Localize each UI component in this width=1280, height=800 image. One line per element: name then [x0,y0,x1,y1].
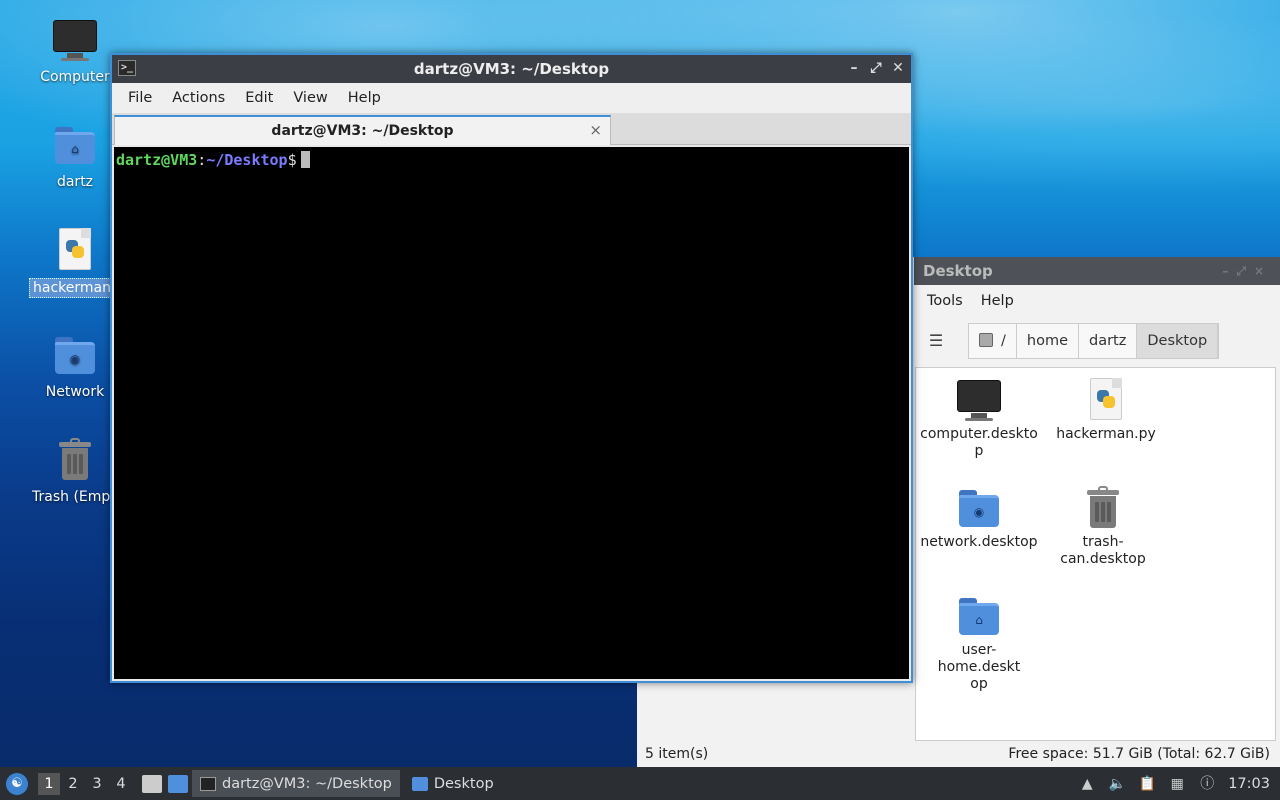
maximize-icon[interactable]: ⤢ [1236,264,1254,278]
breadcrumb-dartz[interactable]: dartz [1079,324,1138,358]
file-item-hackerman[interactable]: hackerman.py [1045,376,1167,443]
terminal-menubar: File Actions Edit View Help [112,83,911,113]
tray-up-arrow-icon[interactable]: ▲ [1078,775,1096,793]
desktop-icon-label: Trash (Empty) [32,489,121,505]
computer-icon [51,16,99,64]
breadcrumb-desktop[interactable]: Desktop [1137,324,1219,358]
system-tray: ▲ 🔈 📋 ▦ ⓘ 17:03 [1078,775,1280,793]
tab-label: dartz@VM3: ~/Desktop [271,123,454,139]
start-menu-icon[interactable]: ☯ [6,772,28,795]
file-manager-menubar: Tools Help [914,285,1280,317]
window-title: dartz@VM3: ~/Desktop [413,60,610,78]
desktop-icon-label: Network [45,384,105,400]
desktop-icon-label: dartz [56,174,94,190]
file-item-label: trash-can.desktop [1060,534,1146,567]
workspace-2[interactable]: 2 [62,773,84,795]
file-manager-titlebar[interactable]: Desktop –⤢× [914,257,1280,285]
file-item-user-home[interactable]: ⌂ user-home.desktop [918,592,1040,693]
menu-edit[interactable]: Edit [235,90,283,106]
file-item-network[interactable]: ◉ network.desktop [918,484,1040,551]
computer-icon [955,376,1003,424]
network-icon[interactable]: ▦ [1168,775,1186,793]
breadcrumb-root[interactable]: / [969,324,1017,358]
home-folder-icon: ⌂ [51,121,99,169]
text-cursor [300,151,310,168]
menu-file[interactable]: File [118,90,162,106]
file-manager-toolbar: ☰ / home dartz Desktop [914,317,1280,365]
status-free-space: Free space: 51.7 GiB (Total: 62.7 GiB) [1008,746,1270,762]
desktop-icon-label: Computer [40,69,110,85]
clipboard-icon[interactable]: 📋 [1138,775,1156,793]
network-folder-icon: ◉ [955,484,1003,532]
terminal-tabbar: dartz@VM3: ~/Desktop × [112,113,911,145]
prompt-user: dartz@VM3 [116,151,198,169]
terminal-output[interactable]: dartz@VM3:~/Desktop$ [114,147,909,679]
prompt-symbol: $ [287,151,297,169]
tab-close-icon[interactable]: × [589,121,602,139]
python-file-icon [1082,376,1130,424]
drive-icon [979,333,993,347]
terminal-icon: >_ [118,60,136,76]
home-folder-icon: ⌂ [955,592,1003,640]
minimize-icon[interactable]: – [847,59,861,77]
terminal-tab[interactable]: dartz@VM3: ~/Desktop × [114,115,611,145]
file-item-trash[interactable]: trash-can.desktop [1045,484,1161,568]
file-item-computer[interactable]: computer.desktop [918,376,1040,460]
workspace-4[interactable]: 4 [110,773,132,795]
clock[interactable]: 17:03 [1228,776,1270,792]
file-item-label: user-home.desktop [937,642,1021,692]
trash-icon [1079,484,1127,532]
menu-help[interactable]: Help [972,293,1023,309]
task-label: Desktop [433,775,494,792]
terminal-icon [200,776,216,791]
breadcrumb: / home dartz Desktop [968,323,1220,359]
window-title: Desktop [923,262,993,280]
close-icon[interactable]: × [1254,264,1272,278]
workspace-3[interactable]: 3 [86,773,108,795]
task-label: dartz@VM3: ~/Desktop [222,775,392,792]
file-item-label: network.desktop [920,534,1038,550]
python-file-icon [51,226,99,274]
menu-actions[interactable]: Actions [162,90,235,106]
workspace-1[interactable]: 1 [38,772,60,795]
taskbar: ☯ 1 2 3 4 dartz@VM3: ~/Desktop Desktop ▲… [0,767,1280,800]
notification-icon[interactable]: ⓘ [1198,775,1216,793]
desktop-icon-label: hackerman.py [29,278,121,298]
terminal-window: >_ dartz@VM3: ~/Desktop – ⤢ ✕ File Actio… [110,53,913,683]
menu-tools[interactable]: Tools [918,293,972,309]
task-terminal[interactable]: dartz@VM3: ~/Desktop [192,770,400,797]
trash-icon [51,436,99,484]
file-list: computer.desktop hackerman.py ◉ network.… [915,367,1276,741]
prompt-separator: : [197,151,207,169]
network-folder-icon: ◉ [51,331,99,379]
breadcrumb-home[interactable]: home [1016,324,1079,358]
file-manager-launcher-icon[interactable] [142,774,162,793]
close-icon[interactable]: ✕ [891,59,905,77]
minimize-icon[interactable]: – [1222,264,1236,278]
file-item-label: hackerman.py [1056,426,1156,442]
status-item-count: 5 item(s) [645,746,709,762]
menu-view[interactable]: View [283,90,337,106]
folder-icon [411,776,428,791]
file-item-label: computer.desktop [920,426,1038,459]
menu-help[interactable]: Help [338,90,391,106]
maximize-icon[interactable]: ⤢ [869,59,883,77]
terminal-titlebar[interactable]: >_ dartz@VM3: ~/Desktop – ⤢ ✕ [112,55,911,83]
volume-icon[interactable]: 🔈 [1108,775,1126,793]
prompt-path: ~/Desktop [206,151,288,169]
task-file-manager[interactable]: Desktop [404,770,502,797]
list-view-icon[interactable]: ☰ [918,323,954,359]
show-desktop-icon[interactable] [168,774,188,793]
